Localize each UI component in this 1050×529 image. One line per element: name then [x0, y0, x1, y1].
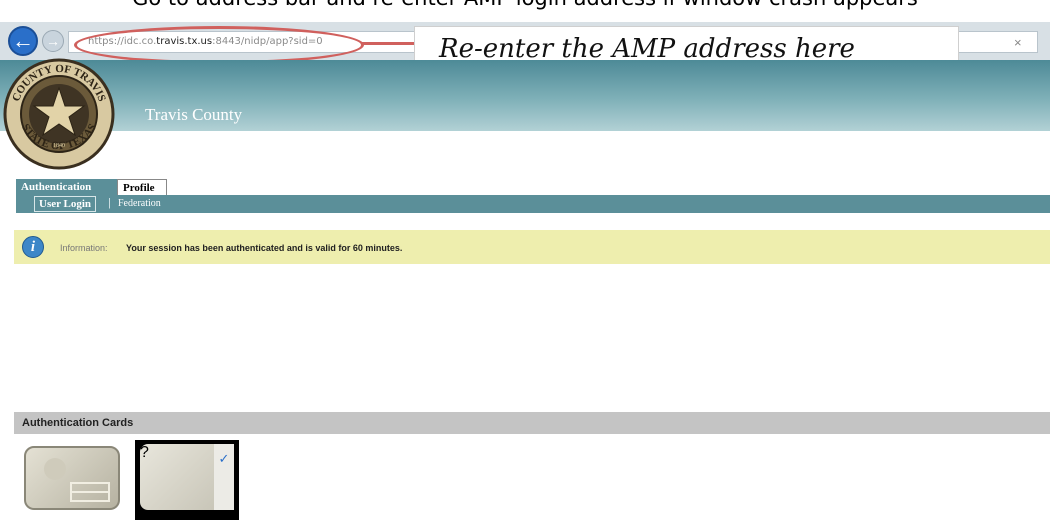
- seal-year: 1840: [53, 143, 65, 149]
- county-seal-logo: COUNTY OF TRAVIS STATE OF TEXAS 1840: [3, 58, 115, 170]
- card-person-shape: [44, 458, 66, 480]
- callout-connector: [362, 42, 422, 45]
- subnav-divider: |: [108, 197, 111, 209]
- card-lines-shape: [70, 482, 110, 502]
- instruction-caption: Go to address bar and re-enter AMP login…: [0, 0, 1050, 10]
- card-question-mark: ?: [140, 444, 149, 461]
- forward-arrow-icon[interactable]: →: [42, 30, 64, 52]
- subnav-federation[interactable]: Federation: [118, 198, 161, 209]
- clear-address-icon[interactable]: ×: [1014, 35, 1022, 50]
- id-card-icon[interactable]: [24, 446, 120, 510]
- sub-navigation: User Login | Federation: [16, 195, 1050, 213]
- highlight-ellipse: [74, 26, 364, 64]
- tab-profile[interactable]: Profile: [117, 179, 167, 195]
- back-arrow-icon[interactable]: ←: [8, 26, 38, 56]
- info-message: Your session has been authenticated and …: [126, 243, 403, 253]
- site-title: Travis County: [145, 105, 243, 124]
- auth-cards-header: Authentication Cards: [14, 412, 1050, 434]
- info-icon: i: [22, 236, 44, 258]
- card-check-icon: ✓: [214, 444, 234, 510]
- info-label: Information:: [60, 243, 108, 253]
- subnav-user-login[interactable]: User Login: [34, 196, 97, 212]
- tab-authentication[interactable]: Authentication: [16, 179, 126, 195]
